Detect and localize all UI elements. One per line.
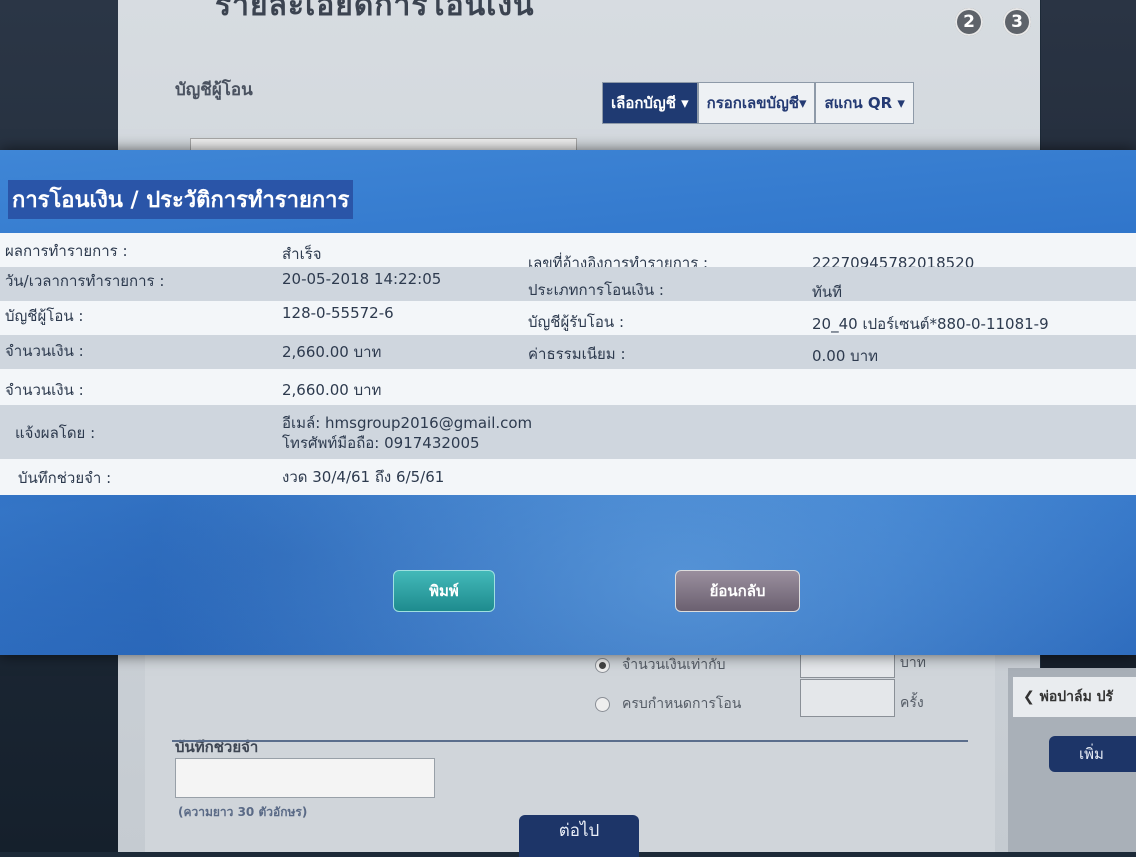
to-account-label: บัญชีผู้รับโอน : [528,313,624,331]
fee-label: ค่าธรรมเนียม : [528,345,626,363]
notify-phone: โทรศัพท์มือถือ: 0917432005 [282,434,480,452]
add-payee-label: เพิ่ม [1079,745,1104,763]
memo-title: บันทึกช่วยจำ [175,738,259,756]
tab-enter-account-number[interactable]: กรอกเลขบัญชี▾ [697,82,816,124]
memo-input[interactable] [175,758,435,798]
fee-value: 0.00 บาท [812,347,878,365]
memo-divider [172,740,968,742]
result-label: ผลการทำรายการ : [5,242,128,260]
from-account-label-row: บัญชีผู้โอน : [5,307,84,325]
table-row: ผลการทำรายการ : สำเร็จ เลขที่อ้างอิงการท… [0,233,1136,272]
transaction-details-table: ผลการทำรายการ : สำเร็จ เลขที่อ้างอิงการท… [0,233,1136,495]
table-row: วัน/เวลาการทำรายการ : 20-05-2018 14:22:0… [0,267,1136,301]
from-account-label: บัญชีผู้โอน [175,80,253,100]
datetime-label: วัน/เวลาการทำรายการ : [5,272,165,290]
radio-equal-amount[interactable]: จำนวนเงินเท่ากับ [595,654,726,676]
times-input[interactable] [800,679,895,717]
radio-equal-amount-label: จำนวนเงินเท่ากับ [622,657,726,673]
to-account-value: 20_40 เปอร์เซนต์*880-0-11081-9 [812,315,1049,333]
add-payee-button[interactable]: เพิ่ม [1049,736,1136,772]
memo-value: งวด 30/4/61 ถึง 6/5/61 [282,468,445,486]
table-row: บัญชีผู้โอน : 128-0-55572-6 บัญชีผู้รับโ… [0,301,1136,335]
step-3-badge: 3 [1003,8,1031,36]
print-button[interactable]: พิมพ์ [393,570,495,612]
notify-label: แจ้งผลโดย : [15,424,96,442]
total-amount-label: จำนวนเงิน : [5,381,84,399]
table-row: บันทึกช่วยจำ : งวด 30/4/61 ถึง 6/5/61 [0,459,1136,495]
table-row: แจ้งผลโดย : อีเมล์: hmsgroup2016@gmail.c… [0,405,1136,459]
page-title: รายละเอียดการโอนเงิน [215,0,535,23]
radio-unchecked-icon[interactable] [595,696,610,712]
radio-times[interactable]: ครบกำหนดการโอน [595,693,741,715]
table-row: จำนวนเงิน : 2,660.00 บาท ค่าธรรมเนียม : … [0,335,1136,369]
next-button[interactable]: ต่อไป [519,815,639,857]
unit-times: ครั้ง [900,695,924,711]
amount-value: 2,660.00 บาท [282,343,382,361]
account-source-tabs: เลือกบัญชี ▾ กรอกเลขบัญชี▾ สแกน QR ▾ [602,82,914,124]
back-button[interactable]: ย้อนกลับ [675,570,800,612]
tab-select-account[interactable]: เลือกบัญชี ▾ [602,82,698,124]
table-row: จำนวนเงิน : 2,660.00 บาท [0,369,1136,405]
payee-back-link[interactable]: ❮ พ่อปาล์ม ปรั [1013,677,1136,717]
modal-title: การโอนเงิน / ประวัติการทำรายการ [8,180,354,219]
transfer-type-label: ประเภทการโอนเงิน : [528,281,664,299]
memo-label-row: บันทึกช่วยจำ : [18,469,112,487]
from-account-value: 128-0-55572-6 [282,304,394,322]
result-value: สำเร็จ [282,245,322,263]
unit-baht: บาท [900,655,926,671]
tab-scan-qr[interactable]: สแกน QR ▾ [815,82,914,124]
transfer-result-modal: การโอนเงิน / ประวัติการทำรายการ ผลการทำร… [0,150,1136,655]
radio-checked-icon[interactable] [595,657,610,673]
total-amount-value: 2,660.00 บาท [282,381,382,399]
amount-label: จำนวนเงิน : [5,342,84,360]
memo-hint: (ความยาว 30 ตัวอักษร) [178,805,308,819]
datetime-value: 20-05-2018 14:22:05 [282,270,442,288]
step-2-badge: 2 [955,8,983,36]
radio-times-label: ครบกำหนดการโอน [622,696,742,712]
